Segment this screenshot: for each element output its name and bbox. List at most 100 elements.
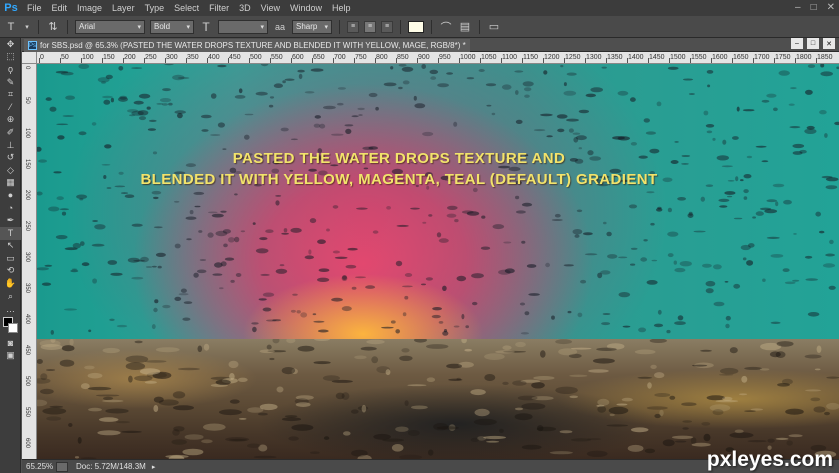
water-drop [705, 124, 715, 128]
ruler-tick-label: 50 [61, 54, 69, 61]
shape-icon[interactable]: ▭ [0, 252, 21, 265]
ground-speck [121, 430, 142, 433]
status-info-icon[interactable] [56, 461, 68, 472]
document-canvas[interactable]: PASTED THE WATER DROPS TEXTURE AND BLEND… [37, 64, 839, 459]
chevron-down-icon[interactable]: ▾ [23, 23, 31, 31]
ground-speck [495, 350, 515, 354]
water-drop [422, 131, 434, 137]
doc-close-button[interactable]: ✕ [823, 38, 835, 49]
menu-3d[interactable]: 3D [234, 0, 256, 16]
screen-mode-icon[interactable]: ▣ [0, 350, 21, 363]
horizontal-ruler[interactable]: 0 50 100 150 200 250 300 350 400 450 500 550 600 650 7… [37, 52, 839, 64]
ruler-tick-label: 1600 [712, 54, 728, 61]
water-drop [153, 307, 158, 313]
type-tool-icon[interactable]: T [4, 21, 18, 33]
ground-speck [549, 451, 573, 455]
ground-speck [276, 386, 284, 393]
marquee-icon[interactable]: ⬚ [0, 51, 21, 64]
water-drop [772, 183, 785, 188]
hand-icon[interactable]: ✋ [0, 277, 21, 290]
ground-speck [671, 435, 694, 439]
ground-speck [177, 367, 200, 371]
doc-restore-button[interactable]: □ [807, 38, 819, 49]
doc-minimize-button[interactable]: – [791, 38, 803, 49]
water-drop [244, 134, 250, 140]
move-icon[interactable]: ✥ [0, 38, 21, 51]
ruler-tick-mark [60, 58, 61, 63]
type-icon[interactable]: T [0, 226, 21, 240]
water-drop [103, 99, 111, 105]
menu-view[interactable]: View [256, 0, 285, 16]
menu-type[interactable]: Type [140, 0, 170, 16]
align-left-button[interactable]: ≡ [347, 20, 359, 33]
quick-select-icon[interactable]: ✎ [0, 76, 21, 89]
zoom-icon[interactable]: ⌕ [0, 290, 21, 303]
blur-icon[interactable]: ● [0, 189, 21, 202]
ground-speck [484, 353, 505, 360]
gradient-icon[interactable]: ▦ [0, 177, 21, 190]
water-drop [398, 64, 407, 67]
align-right-button[interactable]: ≡ [381, 20, 393, 33]
more-tools-icon[interactable]: … [0, 302, 21, 315]
text-color-swatch[interactable] [408, 20, 424, 33]
menu-help[interactable]: Help [327, 0, 356, 16]
menu-edit[interactable]: Edit [47, 0, 73, 16]
zoom-level[interactable]: 65.25% [22, 462, 56, 471]
water-drop [705, 280, 716, 287]
ruler-corner[interactable] [22, 52, 37, 64]
folder-icon[interactable]: ▭ [487, 20, 501, 33]
maximize-button[interactable]: □ [811, 2, 817, 13]
menu-filter[interactable]: Filter [204, 0, 234, 16]
water-drop [446, 72, 453, 75]
ground-speck [105, 408, 129, 414]
vertical-ruler[interactable]: 0 50 100 150 200 250 300 350 400 450 500 550 600 [22, 64, 37, 459]
stamp-icon[interactable]: ⊥ [0, 139, 21, 152]
eyedropper-icon[interactable]: ⁄ [0, 101, 21, 114]
menu-select[interactable]: Select [169, 0, 204, 16]
water-drop [383, 82, 397, 87]
font-family-select[interactable]: Arial ▾ [75, 19, 145, 34]
water-drop [752, 216, 756, 219]
water-drop [260, 273, 270, 276]
menu-file[interactable]: File [22, 0, 47, 16]
toggle-orientation-icon[interactable]: ⇅ [46, 20, 60, 33]
healing-icon[interactable]: ⊕ [0, 114, 21, 127]
water-drop [770, 321, 781, 324]
color-swatches[interactable] [0, 315, 21, 337]
ruler-tick-mark [249, 58, 250, 63]
character-panel-icon[interactable]: ▤ [458, 20, 472, 33]
ground-speck [436, 426, 459, 430]
font-style-select[interactable]: Bold ▾ [150, 19, 194, 34]
menu-layer[interactable]: Layer [107, 0, 140, 16]
menu-image[interactable]: Image [72, 0, 107, 16]
ruler-tick-mark [501, 58, 502, 63]
water-drop [465, 325, 470, 329]
ground-speck [37, 359, 43, 364]
eraser-icon[interactable]: ◇ [0, 164, 21, 177]
quick-mask-icon[interactable]: ◙ [0, 337, 21, 350]
menu-window[interactable]: Window [285, 0, 327, 16]
ground-speck [637, 376, 653, 379]
ground-speck [630, 427, 649, 433]
font-size-select[interactable]: ▾ [218, 19, 268, 34]
dodge-icon[interactable]: ◔ [0, 202, 21, 215]
background-color[interactable] [8, 323, 18, 334]
align-center-button[interactable]: ≡ [364, 20, 376, 33]
water-drop [521, 240, 526, 244]
antialias-select[interactable]: Sharp ▾ [292, 19, 332, 34]
document-tab[interactable]: Ps for SBS.psd @ 65.3% (PASTED THE WATER… [24, 39, 470, 52]
lasso-icon[interactable]: ϙ [0, 63, 21, 76]
brush-icon[interactable]: ✐ [0, 126, 21, 139]
warp-text-icon[interactable]: ⌒ [439, 19, 453, 35]
water-drop [742, 109, 755, 112]
minimize-button[interactable]: – [795, 2, 801, 13]
3d-rotate-icon[interactable]: ⟲ [0, 265, 21, 278]
pen-icon[interactable]: ✒ [0, 214, 21, 227]
water-drop [234, 193, 238, 196]
status-arrow-icon[interactable]: ▸ [152, 463, 156, 471]
close-button[interactable]: ✕ [827, 2, 835, 13]
history-brush-icon[interactable]: ↺ [0, 151, 21, 164]
path-select-icon[interactable]: ↖ [0, 240, 21, 253]
water-drop [674, 267, 686, 273]
crop-icon[interactable]: ⌗ [0, 88, 21, 101]
